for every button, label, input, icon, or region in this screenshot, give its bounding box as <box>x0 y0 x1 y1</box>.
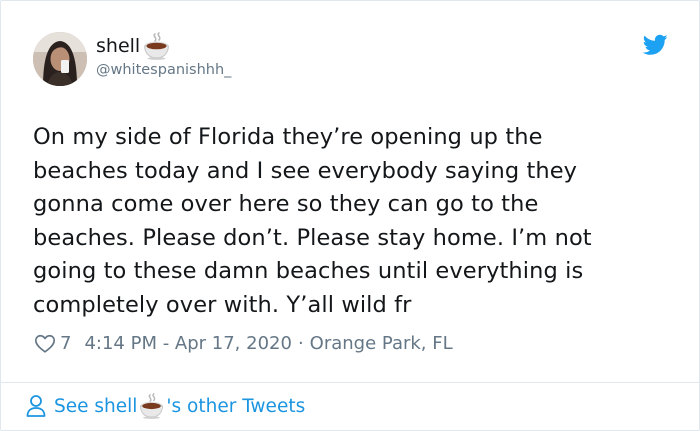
footer-link-suffix[interactable]: 's other Tweets <box>166 396 305 417</box>
tweet-meta: 7 4:14 PM - Apr 17, 2020 · Orange Park, … <box>34 331 453 356</box>
tweet-footer: See shell 's other Tweets <box>1 382 699 430</box>
profile-photo <box>33 32 87 86</box>
person-icon <box>26 395 46 417</box>
meta-separator: · <box>297 333 304 354</box>
hot-beverage-emoji <box>140 393 164 419</box>
author-handle[interactable]: @whitespanishhh_ <box>96 59 231 81</box>
see-other-tweets-link[interactable]: See shell 's other Tweets <box>25 393 305 419</box>
author-display-name[interactable]: shell <box>96 32 140 60</box>
tweet-timestamp[interactable]: 4:14 PM - Apr 17, 2020 <box>84 333 291 354</box>
hot-beverage-emoji <box>144 32 170 60</box>
like-count[interactable]: 7 <box>60 333 71 354</box>
heart-icon[interactable] <box>34 333 56 355</box>
author-name-row[interactable]: shell <box>96 32 231 60</box>
twitter-bird-icon[interactable] <box>643 34 668 56</box>
tweet-location[interactable]: Orange Park, FL <box>310 333 453 354</box>
tweet-card: shell @whitespanishhh_ On my side of Flo… <box>0 0 700 431</box>
author-block: shell @whitespanishhh_ <box>96 32 231 81</box>
footer-link-prefix[interactable]: See shell <box>54 396 137 417</box>
avatar[interactable] <box>33 32 87 86</box>
tweet-text: On my side of Florida they’re opening up… <box>33 124 592 318</box>
